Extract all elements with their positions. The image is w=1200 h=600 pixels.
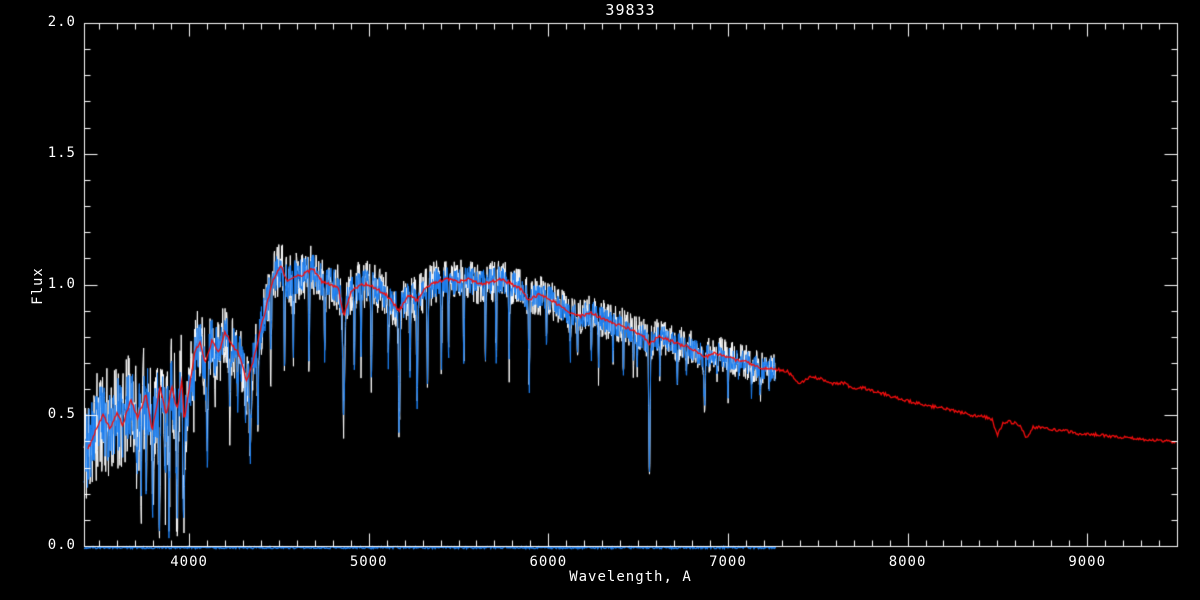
x-tick-label: 4000	[170, 554, 208, 570]
x-tick-label: 9000	[1068, 554, 1107, 570]
y-tick-label: 0.5	[47, 406, 76, 423]
x-tick-label: 8000	[888, 554, 927, 570]
y-tick-label: 2.0	[47, 14, 76, 30]
x-axis-title: Wavelength, A	[569, 569, 692, 585]
y-tick-label: 1.0	[47, 275, 76, 292]
plot-title: 39833	[605, 1, 656, 19]
x-tick-label: 6000	[529, 554, 568, 570]
x-tick-label: 5000	[349, 554, 388, 570]
spectrum-figure: 39833 Wavelength, A Flux 4000 5000 6000 700…	[0, 0, 1200, 600]
y-tick-label: 0.0	[47, 537, 76, 553]
x-tick-label: 7000	[709, 554, 747, 570]
y-tick-label: 1.5	[47, 144, 76, 161]
spectrum-canvas	[0, 0, 1200, 600]
